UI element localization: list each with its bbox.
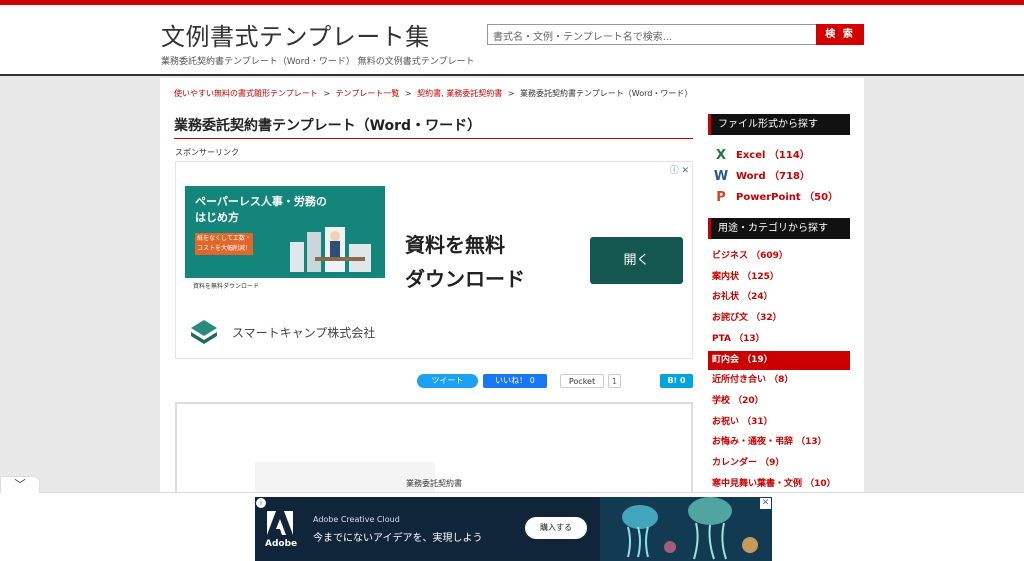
sponsor-label: スポンサーリンク xyxy=(175,148,239,157)
hatena-bookmark-button[interactable]: B! 0 xyxy=(660,374,693,388)
ad-company-name[interactable]: スマートキャンプ株式会社 xyxy=(232,324,375,341)
site-header: 文例書式テンプレート集 業務委託契約書テンプレート（Word・ワード） 無料の文… xyxy=(0,5,1024,76)
close-icon[interactable]: ✕ xyxy=(760,498,771,509)
sidebar-file-type-heading: ファイル形式から探す xyxy=(708,114,850,135)
file-type-item[interactable]: W Word （718） xyxy=(712,167,810,184)
powerpoint-icon: P xyxy=(716,189,726,205)
category-item[interactable]: カレンダー （9） xyxy=(708,454,850,473)
sponsored-ad[interactable]: ⓘ ✕ ペーパーレス人事・労務の はじめ方 紙をなくして工数・ コストを大幅削減… xyxy=(175,161,693,359)
breadcrumb-template-list[interactable]: テンプレート一覧 xyxy=(336,89,400,98)
page-title: 業務委託契約書テンプレート（Word・ワード） xyxy=(174,115,693,139)
adobe-logo-icon xyxy=(267,511,293,535)
category-item[interactable]: 案内状 （125） xyxy=(708,268,850,287)
ad-info-icon[interactable]: i xyxy=(256,498,266,508)
adchoices-icon[interactable]: ⓘ ✕ xyxy=(670,163,689,176)
breadcrumb-home[interactable]: 使いやすい無料の書式雛形テンプレート xyxy=(174,89,318,98)
pocket-count: 1 xyxy=(608,374,621,388)
facebook-like-button[interactable]: いいね！ 0 xyxy=(483,374,547,388)
category-item[interactable]: ビジネス （609） xyxy=(708,247,850,266)
file-type-item[interactable]: P PowerPoint （50） xyxy=(712,188,838,205)
excel-icon: X xyxy=(715,147,727,163)
adobe-banner-ad[interactable]: Adobe Adobe Creative Cloud 今までにないアイデアを、実… xyxy=(255,497,772,561)
breadcrumb-separator: > xyxy=(404,89,412,98)
ad-tagline: 今までにないアイデアを、実現しよう xyxy=(313,533,483,544)
search-input[interactable]: 書式名・文例・テンプレート名で検索... xyxy=(487,24,817,45)
file-type-label: PowerPoint （50） xyxy=(736,192,839,203)
search-button[interactable]: 検 索 xyxy=(816,24,864,45)
ad-image-footer: 資料を無料ダウンロード xyxy=(185,278,385,292)
breadcrumb-separator: > xyxy=(323,89,331,98)
ad-image-tag: 紙をなくして工数・ コストを大幅削減！ xyxy=(195,233,254,255)
category-item[interactable]: お詫び文 （32） xyxy=(708,309,850,328)
breadcrumb-separator: > xyxy=(507,89,515,98)
category-item[interactable]: 寒中見舞い葉書・文例 （10） xyxy=(708,475,850,494)
breadcrumb-current: 業務委託契約書テンプレート（Word・ワード） xyxy=(520,89,693,98)
file-type-label: Word （718） xyxy=(736,171,810,182)
office-illustration-icon xyxy=(290,227,371,272)
category-item[interactable]: お悔み・通夜・弔辞 （13） xyxy=(708,433,850,452)
ad-headline[interactable]: 資料を無料 ダウンロード xyxy=(405,228,525,296)
file-type-label: Excel （114） xyxy=(736,150,810,161)
breadcrumb-category[interactable]: 契約書, 業務委託契約書 xyxy=(417,89,502,98)
category-item[interactable]: PTA （13） xyxy=(708,330,850,349)
ad-open-button[interactable]: 開く xyxy=(590,237,683,284)
jellyfish-art-icon xyxy=(600,497,772,561)
category-item[interactable]: お礼状 （24） xyxy=(708,288,850,307)
smartcamp-logo-icon xyxy=(191,320,217,344)
file-type-item[interactable]: X Excel （114） xyxy=(712,146,810,163)
sidebar-category-heading: 用途・カテゴリから探す xyxy=(708,218,850,239)
site-title[interactable]: 文例書式テンプレート集 xyxy=(161,17,430,52)
category-item[interactable]: 学校 （20） xyxy=(708,392,850,411)
tweet-button[interactable]: ツイート xyxy=(417,374,478,388)
category-item[interactable]: 近所付き合い （8） xyxy=(708,371,850,390)
adobe-logo-text: Adobe xyxy=(265,539,298,549)
breadcrumb: 使いやすい無料の書式雛形テンプレート > テンプレート一覧 > 契約書, 業務委… xyxy=(174,88,692,99)
category-item[interactable]: 町内会 （19） xyxy=(708,350,850,370)
chevron-down-icon[interactable]: ﹀ xyxy=(0,476,40,493)
buy-button[interactable]: 購入する xyxy=(525,517,587,539)
ad-brand: Adobe Creative Cloud xyxy=(313,515,400,524)
pocket-button[interactable]: Pocket xyxy=(560,374,604,388)
category-item[interactable]: お祝い （31） xyxy=(708,413,850,432)
word-icon: W xyxy=(713,168,729,184)
site-subtitle: 業務委託契約書テンプレート（Word・ワード） 無料の文例書式テンプレート xyxy=(161,57,475,67)
ad-image[interactable]: ペーパーレス人事・労務の はじめ方 紙をなくして工数・ コストを大幅削減！ 資料… xyxy=(185,186,385,292)
